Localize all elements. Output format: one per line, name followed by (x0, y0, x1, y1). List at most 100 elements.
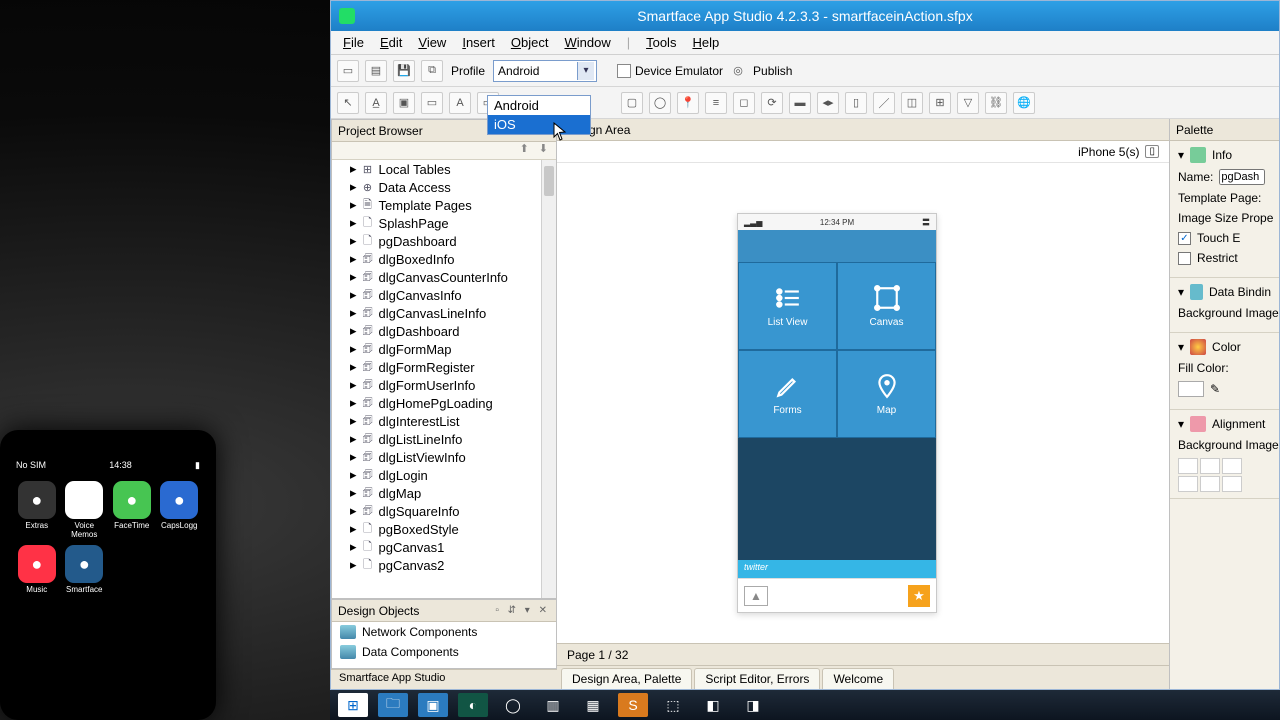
menu-view[interactable]: View (412, 33, 452, 52)
tile-map[interactable]: Map (837, 350, 936, 438)
fill-color-swatch[interactable] (1178, 381, 1204, 397)
tool-crop-icon[interactable]: ◫ (901, 92, 923, 114)
tool-pin-icon[interactable]: 📍 (677, 92, 699, 114)
data-components[interactable]: Data Components (332, 642, 556, 662)
menu-window[interactable]: Window (558, 33, 616, 52)
tool-monitor-icon[interactable]: ▢ (621, 92, 643, 114)
tree-expand-icon[interactable]: ⬇ (539, 142, 548, 159)
tool-refresh-icon[interactable]: ⟳ (761, 92, 783, 114)
image-placeholder-icon[interactable]: ▲ (744, 586, 768, 606)
tree-item[interactable]: ▸🗊dlgFormRegister (332, 358, 541, 376)
new-icon[interactable]: ▭ (337, 60, 359, 82)
tree-item[interactable]: ▸🗊dlgSquareInfo (332, 502, 541, 520)
tree-item[interactable]: ▸⊕Data Access (332, 178, 541, 196)
palette-color-header[interactable]: ▾Color (1178, 339, 1271, 355)
profile-option-ios[interactable]: iOS (488, 115, 590, 134)
dropper-icon[interactable]: ✎ (1210, 382, 1220, 396)
taskbar-app2-icon[interactable]: ◐ (458, 693, 488, 717)
tree-scrollbar[interactable] (541, 160, 556, 598)
profile-select[interactable]: Android (493, 60, 597, 82)
phone-mockup[interactable]: ▂▃▅ 12:34 PM 〓 List View (737, 213, 937, 613)
taskbar-sublime-icon[interactable]: S (618, 693, 648, 717)
name-field[interactable] (1219, 169, 1265, 185)
panel-pin-icons[interactable]: ▫ ⇵ ▾ ✕ (495, 605, 550, 616)
taskbar-app6-icon[interactable]: ◧ (698, 693, 728, 717)
tool-line-icon[interactable]: ／ (873, 92, 895, 114)
palette-info-header[interactable]: ▾Info (1178, 147, 1271, 163)
tile-canvas[interactable]: Canvas (837, 262, 936, 350)
alignment-grid[interactable] (1178, 458, 1271, 492)
design-canvas[interactable]: ▂▃▅ 12:34 PM 〓 List View (557, 163, 1169, 643)
tool-globe-icon[interactable]: 🌐 (1013, 92, 1035, 114)
taskbar-app7-icon[interactable]: ◨ (738, 693, 768, 717)
device-emulator-toggle[interactable]: Device Emulator (617, 64, 723, 78)
palette-alignment-header[interactable]: ▾Alignment (1178, 416, 1271, 432)
tool-label-icon[interactable]: A (449, 92, 471, 114)
start-button[interactable]: ⊞ (338, 693, 368, 717)
taskbar-app4-icon[interactable]: ▦ (578, 693, 608, 717)
tree-item[interactable]: ▸🗊dlgHomePgLoading (332, 394, 541, 412)
network-components[interactable]: Network Components (332, 622, 556, 642)
palette-databinding-header[interactable]: ▾Data Bindin (1178, 284, 1271, 300)
profile-dropdown[interactable]: Android iOS (487, 95, 591, 135)
publish-icon[interactable]: ◎ (729, 60, 747, 82)
tool-image-icon[interactable]: ▣ (393, 92, 415, 114)
taskbar-chrome-icon[interactable]: ◯ (498, 693, 528, 717)
device-icon[interactable]: ▯ (1145, 145, 1159, 158)
taskbar-explorer-icon[interactable]: 🗀 (378, 693, 408, 717)
tree-item[interactable]: ▸🗊dlgFormMap (332, 340, 541, 358)
tab-design[interactable]: Design Area, Palette (561, 668, 692, 689)
open-icon[interactable]: ▤ (365, 60, 387, 82)
tile-forms[interactable]: Forms (738, 350, 837, 438)
tool-list-icon[interactable]: ≡ (705, 92, 727, 114)
tree-item[interactable]: ▸🗊dlgLogin (332, 466, 541, 484)
tool-filter-icon[interactable]: ▽ (957, 92, 979, 114)
save-icon[interactable]: 💾 (393, 60, 415, 82)
tool-ad-icon[interactable]: ▬ (789, 92, 811, 114)
tree-item[interactable]: ▸🗎Template Pages (332, 196, 541, 214)
tree-item[interactable]: ▸🗊dlgCanvasInfo (332, 286, 541, 304)
tool-circle-icon[interactable]: ◯ (649, 92, 671, 114)
menu-file[interactable]: File (337, 33, 370, 52)
tree-item[interactable]: ▸🗋pgCanvas2 (332, 556, 541, 574)
tab-welcome[interactable]: Welcome (822, 668, 894, 689)
tree-item[interactable]: ▸🗋pgBoxedStyle (332, 520, 541, 538)
tree-item[interactable]: ▸🗊dlgInterestList (332, 412, 541, 430)
tool-cursor-icon[interactable]: ↖ (337, 92, 359, 114)
tool-rect-icon[interactable]: ▭ (421, 92, 443, 114)
tree-item[interactable]: ▸🗊dlgDashboard (332, 322, 541, 340)
taskbar-app5-icon[interactable]: ⬚ (658, 693, 688, 717)
tree-item[interactable]: ▸🗋pgDashboard (332, 232, 541, 250)
star-button[interactable]: ★ (908, 585, 930, 607)
tool-table-icon[interactable]: ⊞ (929, 92, 951, 114)
menu-tools[interactable]: Tools (640, 33, 682, 52)
tree-item[interactable]: ▸🗊dlgFormUserInfo (332, 376, 541, 394)
tree-item[interactable]: ▸🗋pgCanvas1 (332, 538, 541, 556)
tool-panel-icon[interactable]: ▯ (845, 92, 867, 114)
restrict-checkbox[interactable] (1178, 252, 1191, 265)
project-tree[interactable]: ▸⊞Local Tables▸⊕Data Access▸🗎Template Pa… (332, 160, 556, 598)
tool-text-icon[interactable]: A̲ (365, 92, 387, 114)
tree-item[interactable]: ▸🗊dlgListViewInfo (332, 448, 541, 466)
tool-link-icon[interactable]: ⛓ (985, 92, 1007, 114)
tool-tag-icon[interactable]: ◂▸ (817, 92, 839, 114)
menu-insert[interactable]: Insert (456, 33, 501, 52)
tree-item[interactable]: ▸🗋SplashPage (332, 214, 541, 232)
tree-item[interactable]: ▸⊞Local Tables (332, 160, 541, 178)
tab-script[interactable]: Script Editor, Errors (694, 668, 820, 689)
tree-item[interactable]: ▸🗊dlgListLineInfo (332, 430, 541, 448)
menu-object[interactable]: Object (505, 33, 555, 52)
taskbar-app3-icon[interactable]: ▥ (538, 693, 568, 717)
tree-item[interactable]: ▸🗊dlgBoxedInfo (332, 250, 541, 268)
tree-collapse-icon[interactable]: ⬆ (520, 142, 529, 159)
tree-item[interactable]: ▸🗊dlgMap (332, 484, 541, 502)
profile-option-android[interactable]: Android (488, 96, 590, 115)
device-name[interactable]: iPhone 5(s) (1078, 145, 1139, 159)
tree-item[interactable]: ▸🗊dlgCanvasCounterInfo (332, 268, 541, 286)
saveall-icon[interactable]: ⧉ (421, 60, 443, 82)
tile-listview[interactable]: List View (738, 262, 837, 350)
menu-help[interactable]: Help (686, 33, 725, 52)
publish-label[interactable]: Publish (753, 64, 792, 78)
taskbar-app-icon[interactable]: ▣ (418, 693, 448, 717)
menu-edit[interactable]: Edit (374, 33, 408, 52)
